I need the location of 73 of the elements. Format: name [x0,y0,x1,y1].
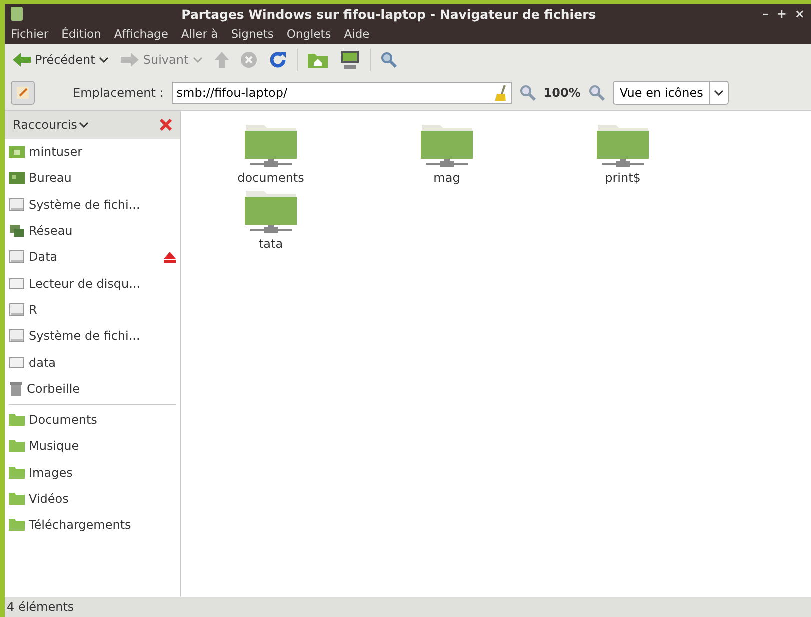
network-folder-icon [244,123,298,169]
menu-item[interactable]: Édition [62,27,102,41]
eject-icon[interactable] [164,252,176,263]
network-folder-icon [420,123,474,169]
sidebar-item[interactable]: Système de fichi... [5,192,180,218]
location-field[interactable]: smb://fifou-laptop/ [172,82,512,104]
broom-icon[interactable] [494,85,507,101]
computer-icon [340,50,360,70]
close-icon[interactable] [160,119,172,131]
sidebar-item[interactable]: Corbeille [5,376,180,402]
menu-item[interactable]: Affichage [114,27,168,41]
menu-item[interactable]: Aide [344,27,370,41]
drive-icon [9,302,25,317]
caret-icon [714,90,724,96]
sidebar-item[interactable]: Téléchargements [5,512,180,538]
menu-item[interactable]: Aller à [181,27,218,41]
drive-icon [9,198,25,212]
drive-icon [9,250,25,264]
desktop-icon [9,172,25,184]
app-icon [11,7,23,21]
sidebar-item[interactable]: Data [5,244,180,270]
menu-item[interactable]: Onglets [286,27,332,41]
search-icon [380,52,397,68]
window-control[interactable]: × [794,7,805,21]
stop-icon [240,52,257,68]
pencil-icon [16,86,30,100]
folder-icon [9,519,25,532]
location-label: Emplacement : [73,86,164,100]
sidebar-item[interactable]: Documents [5,406,180,434]
forward-arrow-icon [121,53,140,67]
up-arrow-icon [214,52,229,68]
file-name[interactable]: print$ [605,171,641,185]
network-folder-icon [596,123,650,169]
file-name[interactable]: documents [238,171,304,185]
sidebar-item[interactable]: Bureau [5,165,180,192]
file-name[interactable]: tata [258,237,284,251]
sidebar-item[interactable]: mintuser [5,139,180,166]
sidebar-item[interactable]: data [5,349,180,376]
nav-button[interactable]: Précédent [11,51,112,69]
sidebar-item[interactable]: Système de fichi... [5,323,180,350]
network-icon [9,224,25,238]
menu-item[interactable]: Signets [231,27,274,41]
window-title: Partages Windows sur fifou-laptop - Navigateur de fichiers [180,6,598,22]
zoom-level: 100% [544,86,581,100]
window-control[interactable]: – [762,7,769,21]
zoom-out-icon[interactable] [520,85,536,101]
folder-icon [9,493,25,505]
sidebar-item[interactable]: Musique [5,433,180,460]
sidebar-item[interactable]: Réseau [5,218,180,244]
folder-icon [9,440,25,452]
back-arrow-icon [13,53,31,67]
sidebar-item[interactable]: R [5,296,180,324]
zoom-in-icon[interactable] [588,85,605,101]
sidebar-item[interactable]: Vidéos [5,486,180,512]
sidebar-item[interactable]: Lecteur de disqu... [5,270,180,297]
file-name[interactable]: mag [434,171,460,185]
window-control[interactable]: + [776,7,787,21]
home-folder-icon [308,52,328,68]
status-bar: 4 éléments [5,597,811,617]
sidebar-item[interactable]: Images [5,460,180,486]
view-select[interactable]: Vue en icônes [612,81,730,105]
toolbar-button[interactable] [378,50,399,70]
network-folder-icon [244,189,298,235]
menu-item[interactable]: Fichier [11,27,49,41]
drive-icon [9,329,25,344]
edit-location-button[interactable] [11,81,35,105]
caret-icon[interactable] [99,57,110,63]
caret-icon [79,122,90,128]
reload-icon [268,51,287,69]
folder-icon [9,414,25,426]
trash-icon [9,380,23,397]
folder-icon [9,466,25,479]
home-folder-icon [9,146,25,158]
